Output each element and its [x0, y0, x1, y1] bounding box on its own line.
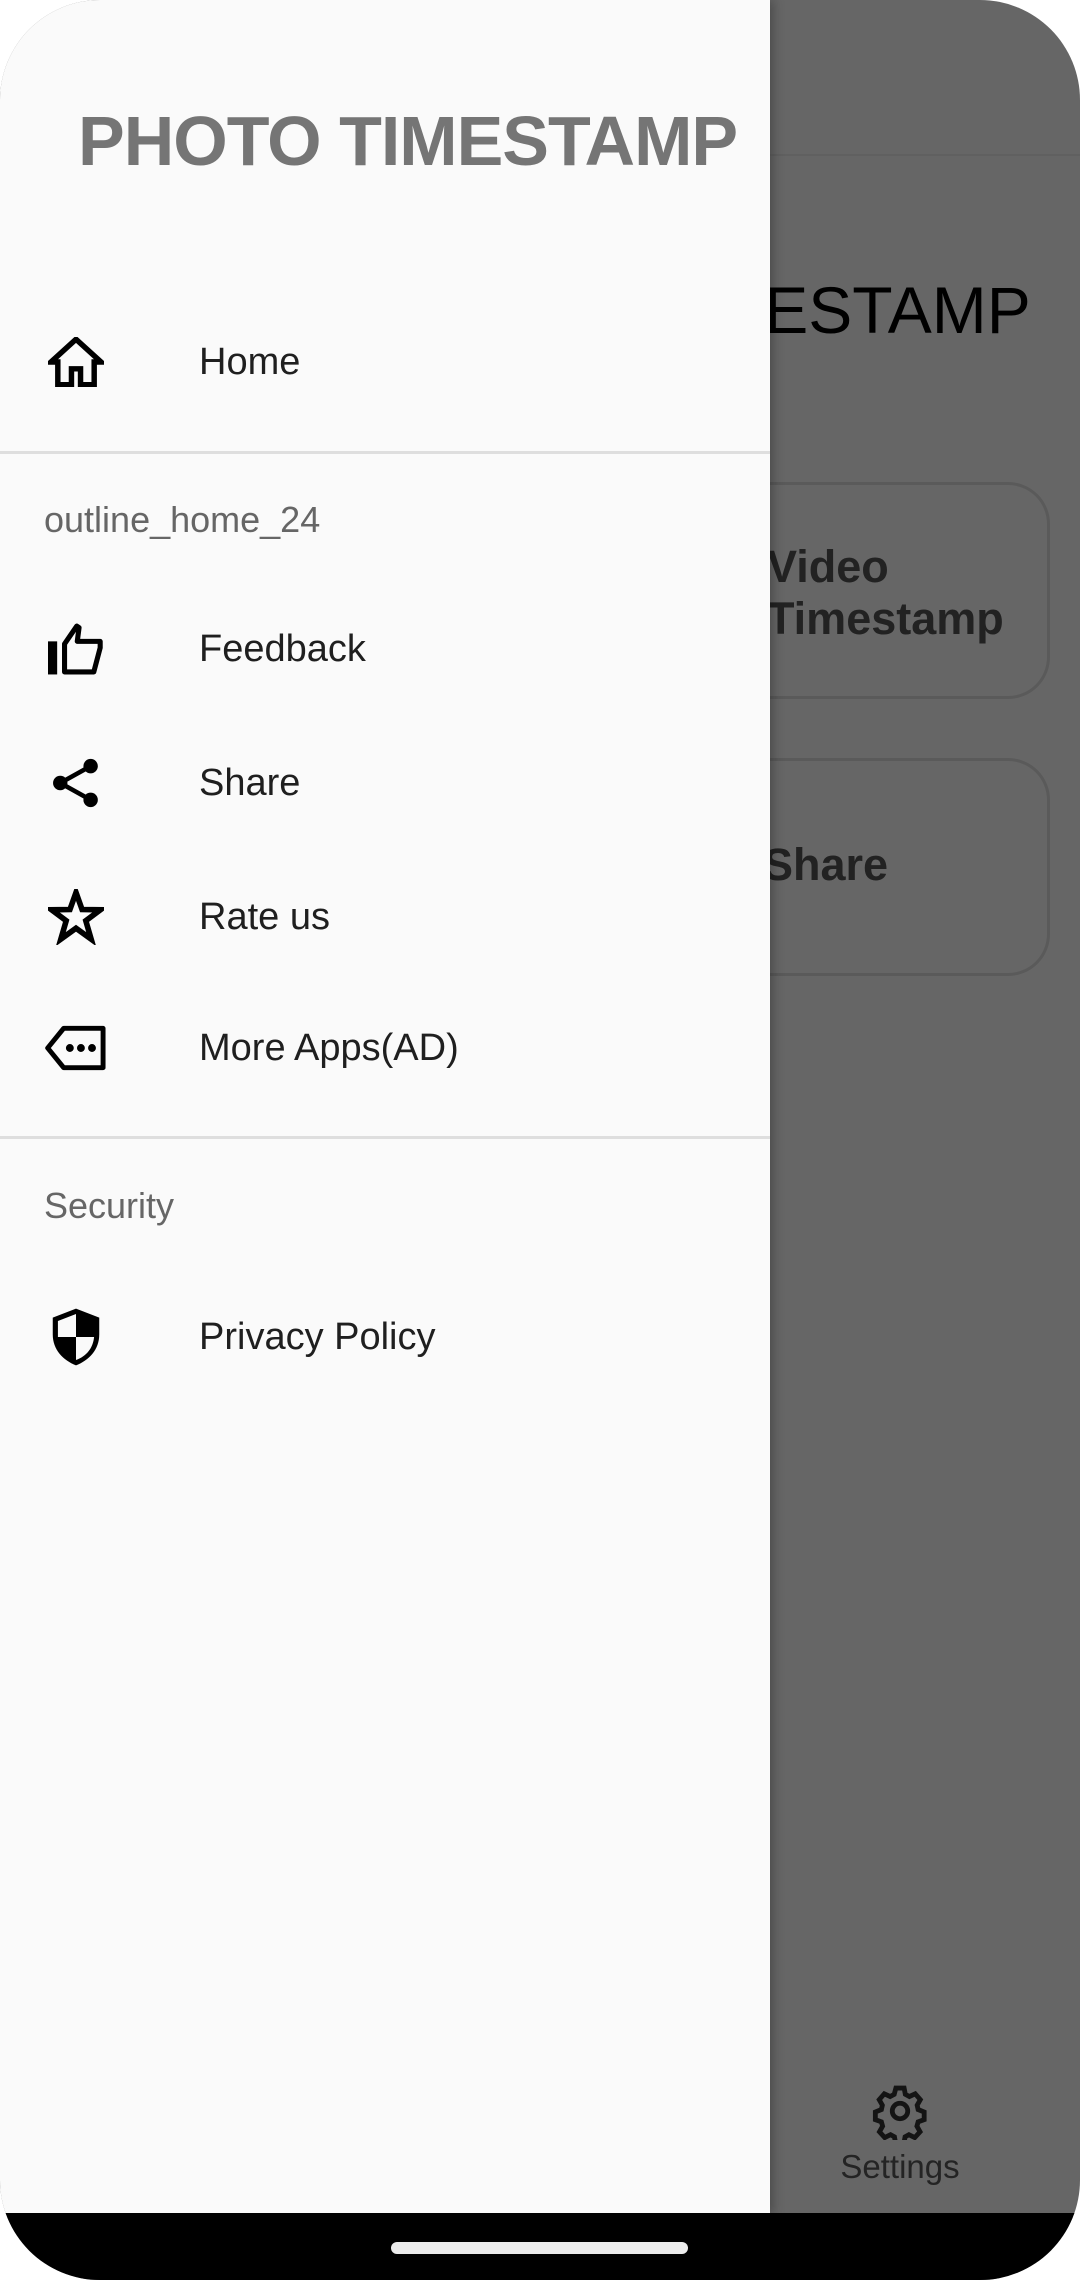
more-apps-tag-icon [44, 1018, 108, 1078]
drawer-item-label: Share [199, 762, 301, 804]
section-header-security: Security [44, 1185, 175, 1226]
drawer-item-more-apps[interactable]: More Apps(AD) [0, 988, 770, 1108]
drawer-item-label: More Apps(AD) [199, 1027, 459, 1069]
drawer-title: PHOTO TIMESTAMP [78, 102, 738, 180]
drawer-item-privacy-policy[interactable]: Privacy Policy [0, 1277, 770, 1397]
drawer-divider [0, 451, 770, 454]
home-icon [44, 332, 108, 392]
drawer-item-label: Feedback [199, 628, 366, 670]
drawer-item-feedback[interactable]: Feedback [0, 589, 770, 709]
section-header-outline-home: outline_home_24 [44, 499, 321, 540]
phone-screen: PHOTO TIMESTAMP Video Timestamp Share Se… [0, 0, 1080, 2280]
drawer-item-label: Rate us [199, 896, 330, 938]
drawer-item-rate-us[interactable]: Rate us [0, 857, 770, 977]
drawer-item-share[interactable]: Share [0, 723, 770, 843]
home-gesture-handle[interactable] [391, 2242, 688, 2254]
navigation-drawer: PHOTO TIMESTAMP Home outline_home_24 Fee… [0, 0, 770, 2214]
drawer-item-home[interactable]: Home [0, 302, 770, 422]
star-icon [44, 887, 108, 947]
drawer-item-label: Home [199, 341, 301, 383]
drawer-item-label: Privacy Policy [199, 1316, 436, 1358]
drawer-divider [0, 1136, 770, 1139]
thumb-up-icon [44, 619, 108, 679]
share-icon [44, 753, 108, 813]
system-navigation-bar [0, 2213, 1080, 2280]
shield-icon [44, 1307, 108, 1367]
